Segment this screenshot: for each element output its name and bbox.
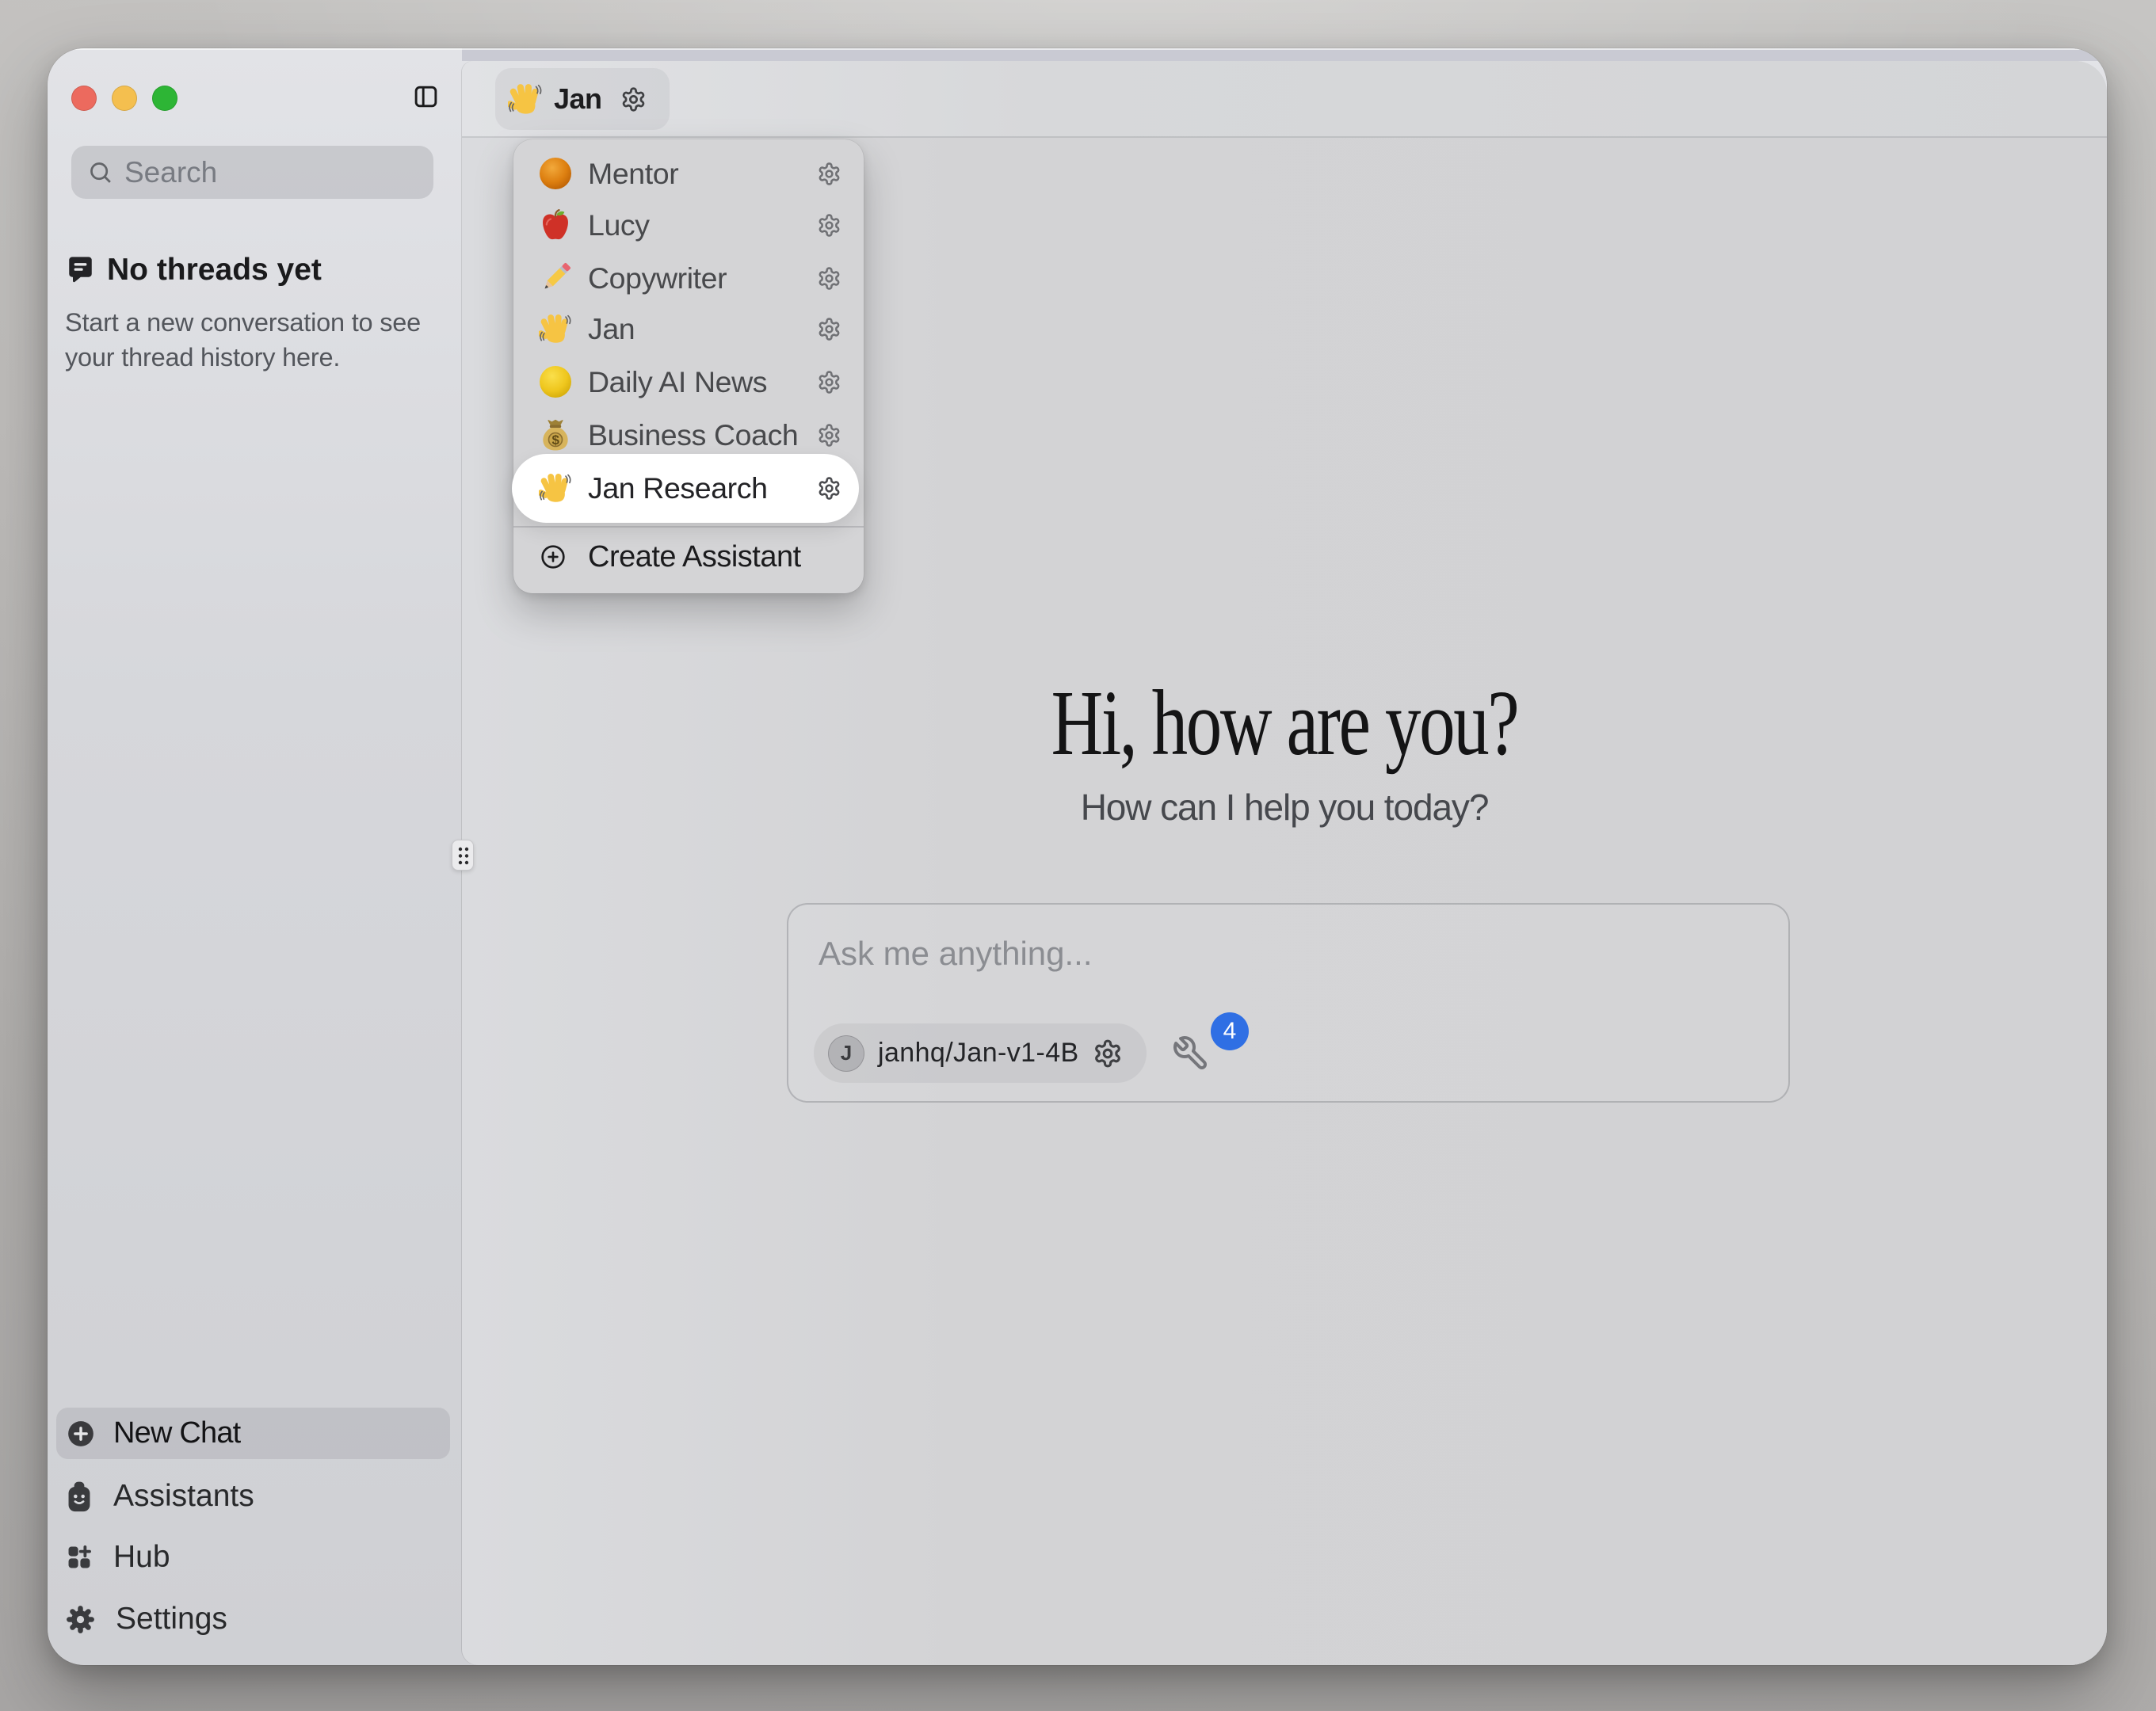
svg-text:$: $ xyxy=(551,433,559,448)
